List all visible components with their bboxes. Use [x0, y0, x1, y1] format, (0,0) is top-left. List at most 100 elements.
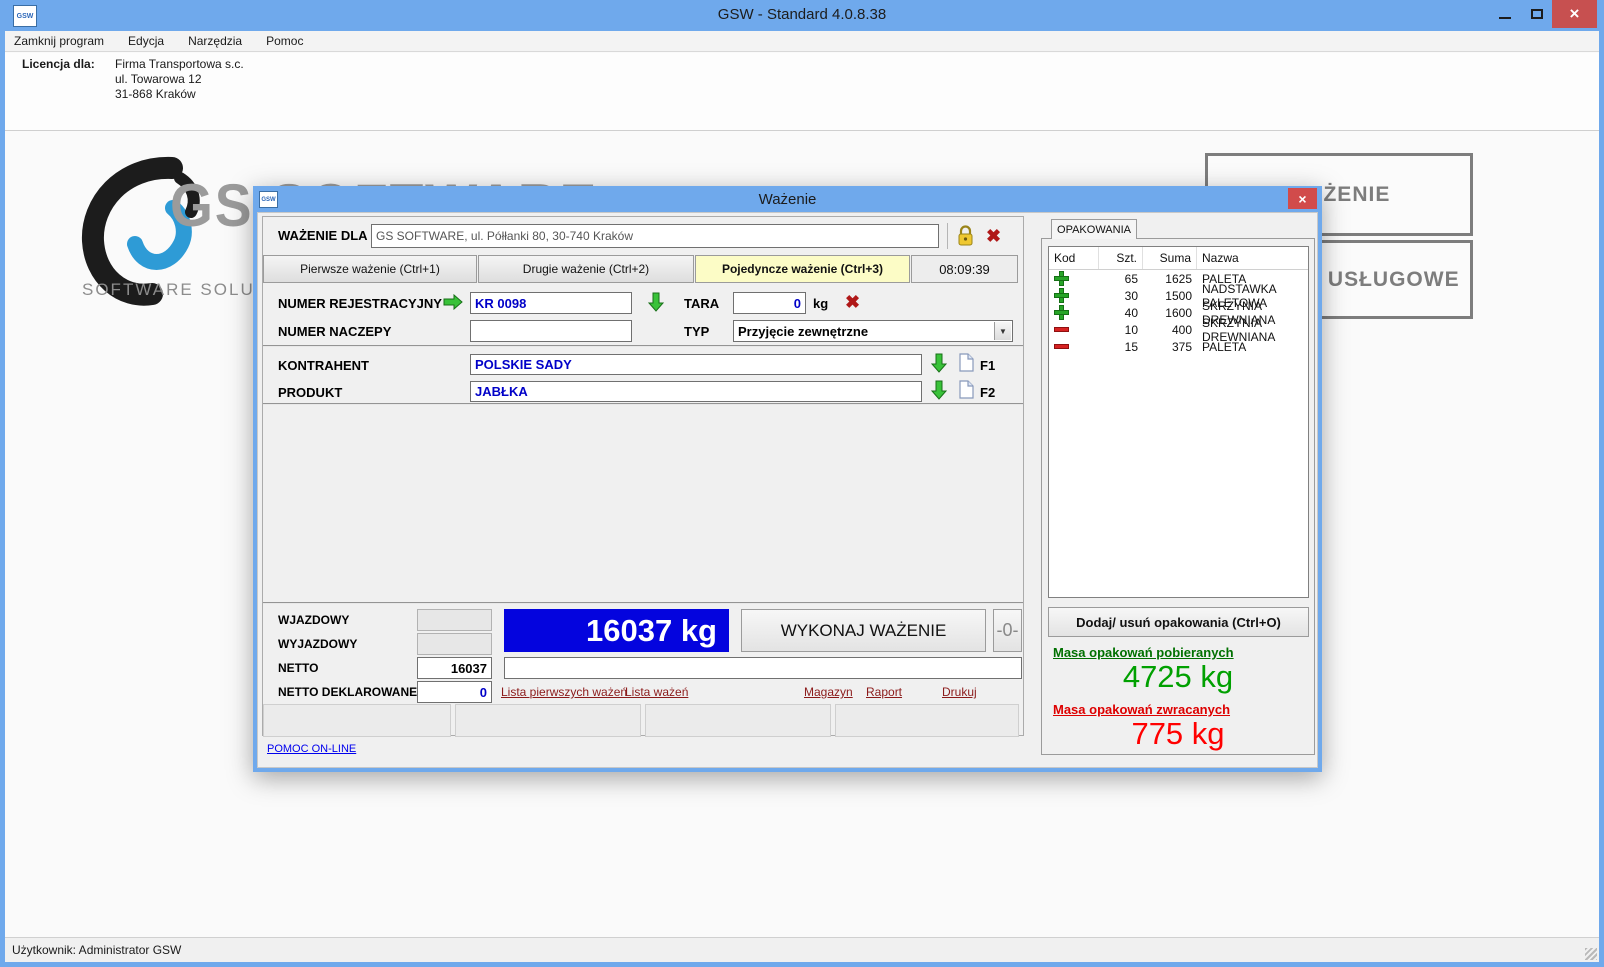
arrow-down-icon-rejestracyjny[interactable]: [648, 292, 664, 312]
plus-icon: [1054, 288, 1069, 303]
tara-label: TARA: [684, 296, 719, 311]
menu-zamknij-program[interactable]: Zamknij program: [5, 31, 116, 51]
pomoc-online-link[interactable]: POMOC ON-LINE: [267, 743, 356, 755]
tab-drugie-wazenie[interactable]: Drugie ważenie (Ctrl+2): [478, 255, 694, 283]
divider: [947, 223, 948, 249]
button-slot-1[interactable]: [263, 704, 451, 737]
window-title: GSW - Standard 4.0.8.38: [0, 6, 1604, 23]
clear-wazenie-dla-icon[interactable]: ✖: [986, 227, 1001, 245]
link-drukuj[interactable]: Drukuj: [942, 685, 977, 699]
numer-naczepy-input[interactable]: [470, 320, 632, 342]
numer-rejestracyjny-label: NUMER REJESTRACYJNY: [278, 296, 442, 311]
netto-label: NETTO: [278, 661, 318, 675]
cell-suma: 375: [1143, 338, 1197, 355]
opakowania-table[interactable]: Kod Szt. Suma Nazwa 65 1625 PALETA 30: [1048, 246, 1309, 598]
statusbar-user: Użytkownik: Administrator GSW: [12, 943, 181, 957]
minimize-button[interactable]: [1490, 0, 1520, 28]
menu-narzedzia[interactable]: Narzędzia: [176, 31, 254, 51]
dialog-title: Ważenie: [253, 191, 1322, 208]
button-slot-2[interactable]: [455, 704, 641, 737]
document-icon-kontrahent[interactable]: [959, 353, 974, 372]
button-slot-3[interactable]: [645, 704, 831, 737]
application-window: GSW GSW - Standard 4.0.8.38 × Zamknij pr…: [0, 0, 1604, 967]
cell-szt: 40: [1099, 304, 1143, 321]
table-row[interactable]: 10 400 SKRZYNIA DREWNIANA: [1049, 321, 1308, 338]
col-kod[interactable]: Kod: [1049, 247, 1099, 269]
zero-scale-button[interactable]: -0-: [993, 609, 1022, 652]
link-raport[interactable]: Raport: [866, 685, 902, 699]
wjazdowy-label: WJAZDOWY: [278, 613, 349, 627]
produkt-fkey: F2: [980, 385, 995, 400]
weight-display: 16037 kg: [504, 609, 729, 652]
numer-naczepy-label: NUMER NACZEPY: [278, 324, 391, 339]
maximize-icon: [1531, 9, 1543, 19]
tab-pojedyncze-wazenie[interactable]: Pojedyncze ważenie (Ctrl+3): [695, 255, 910, 283]
link-lista-wazen[interactable]: Lista ważeń: [625, 685, 688, 699]
arrow-down-icon-produkt[interactable]: [931, 380, 947, 400]
wyjazdowy-input: [417, 633, 492, 655]
maximize-button[interactable]: [1522, 0, 1552, 28]
tab-pierwsze-wazenie[interactable]: Pierwsze ważenie (Ctrl+1): [263, 255, 477, 283]
kontrahent-label: KONTRAHENT: [278, 358, 369, 373]
col-suma[interactable]: Suma: [1143, 247, 1197, 269]
opakowania-panel: Kod Szt. Suma Nazwa 65 1625 PALETA 30: [1041, 238, 1315, 755]
dodaj-usun-opakowania-button[interactable]: Dodaj/ usuń opakowania (Ctrl+O): [1048, 607, 1309, 637]
table-header: Kod Szt. Suma Nazwa: [1049, 247, 1308, 270]
comment-field[interactable]: [504, 657, 1022, 679]
close-button[interactable]: ×: [1552, 0, 1597, 28]
wykonaj-wazenie-button[interactable]: WYKONAJ WAŻENIE: [741, 609, 986, 652]
typ-select[interactable]: Przyjęcie zewnętrzne ▼: [733, 320, 1013, 342]
button-slot-4[interactable]: [835, 704, 1019, 737]
typ-label: TYP: [684, 324, 709, 339]
wazenie-dla-label: WAŻENIE DLA: [278, 228, 368, 243]
cell-suma: 1500: [1143, 287, 1197, 304]
lock-icon[interactable]: [957, 224, 974, 247]
tab-opakowania[interactable]: OPAKOWANIA: [1051, 219, 1137, 239]
masa-zwracanych-value: 775 kg: [1042, 716, 1314, 752]
resize-grip[interactable]: [1585, 948, 1597, 960]
netto-deklarowane-label: NETTO DEKLAROWANE: [278, 685, 417, 699]
minimize-icon: [1499, 17, 1511, 19]
cell-suma: 400: [1143, 321, 1197, 338]
arrow-right-icon: [443, 294, 463, 310]
link-lista-pierwszych-wazen[interactable]: Lista pierwszych ważeń: [501, 685, 627, 699]
chevron-down-icon[interactable]: ▼: [994, 322, 1011, 340]
main-titlebar[interactable]: GSW GSW - Standard 4.0.8.38 ×: [0, 0, 1604, 31]
netto-deklarowane-input[interactable]: 0: [417, 681, 492, 703]
dialog-titlebar[interactable]: GSW Ważenie ×: [253, 186, 1322, 212]
weighing-tabs: Pierwsze ważenie (Ctrl+1) Drugie ważenie…: [263, 255, 1023, 283]
dialog-close-button[interactable]: ×: [1288, 188, 1317, 209]
dialog-body: WAŻENIE DLA GS SOFTWARE, ul. Półłanki 80…: [257, 212, 1318, 768]
plus-icon: [1054, 271, 1069, 286]
weighing-form: WAŻENIE DLA GS SOFTWARE, ul. Półłanki 80…: [262, 216, 1024, 736]
masa-zwracanych-label[interactable]: Masa opakowań zwracanych: [1053, 702, 1230, 717]
netto-input: 16037: [417, 657, 492, 679]
menu-edycja[interactable]: Edycja: [116, 31, 176, 51]
link-magazyn[interactable]: Magazyn: [804, 685, 853, 699]
wjazdowy-input: [417, 609, 492, 631]
numer-rejestracyjny-input[interactable]: KR 0098: [470, 292, 632, 314]
masa-pobieranych-label[interactable]: Masa opakowań pobieranych: [1053, 645, 1234, 660]
produkt-input[interactable]: JABŁKA: [470, 381, 922, 402]
col-nazwa[interactable]: Nazwa: [1197, 247, 1308, 269]
cell-suma: 1600: [1143, 304, 1197, 321]
plus-icon: [1054, 305, 1069, 320]
license-line-3: 31-868 Kraków: [115, 87, 196, 101]
document-icon-produkt[interactable]: [959, 380, 974, 399]
col-szt[interactable]: Szt.: [1099, 247, 1143, 269]
menu-pomoc[interactable]: Pomoc: [254, 31, 315, 51]
statusbar: Użytkownik: Administrator GSW: [5, 937, 1599, 962]
table-row[interactable]: 15 375 PALETA: [1049, 338, 1308, 355]
arrow-down-icon-kontrahent[interactable]: [931, 353, 947, 373]
wazenie-dla-input[interactable]: GS SOFTWARE, ul. Półłanki 80, 30-740 Kra…: [371, 224, 939, 248]
license-line-2: ul. Towarowa 12: [115, 72, 202, 86]
clear-tara-icon[interactable]: ✖: [845, 293, 860, 311]
cell-szt: 30: [1099, 287, 1143, 304]
license-line-1: Firma Transportowa s.c.: [115, 57, 244, 71]
cell-szt: 15: [1099, 338, 1143, 355]
tara-input[interactable]: 0: [733, 292, 806, 314]
wazenie-dialog: GSW Ważenie × WAŻENIE DLA GS SOFTWARE, u…: [253, 186, 1322, 772]
kontrahent-input[interactable]: POLSKIE SADY: [470, 354, 922, 375]
cell-suma: 1625: [1143, 270, 1197, 287]
cell-szt: 10: [1099, 321, 1143, 338]
